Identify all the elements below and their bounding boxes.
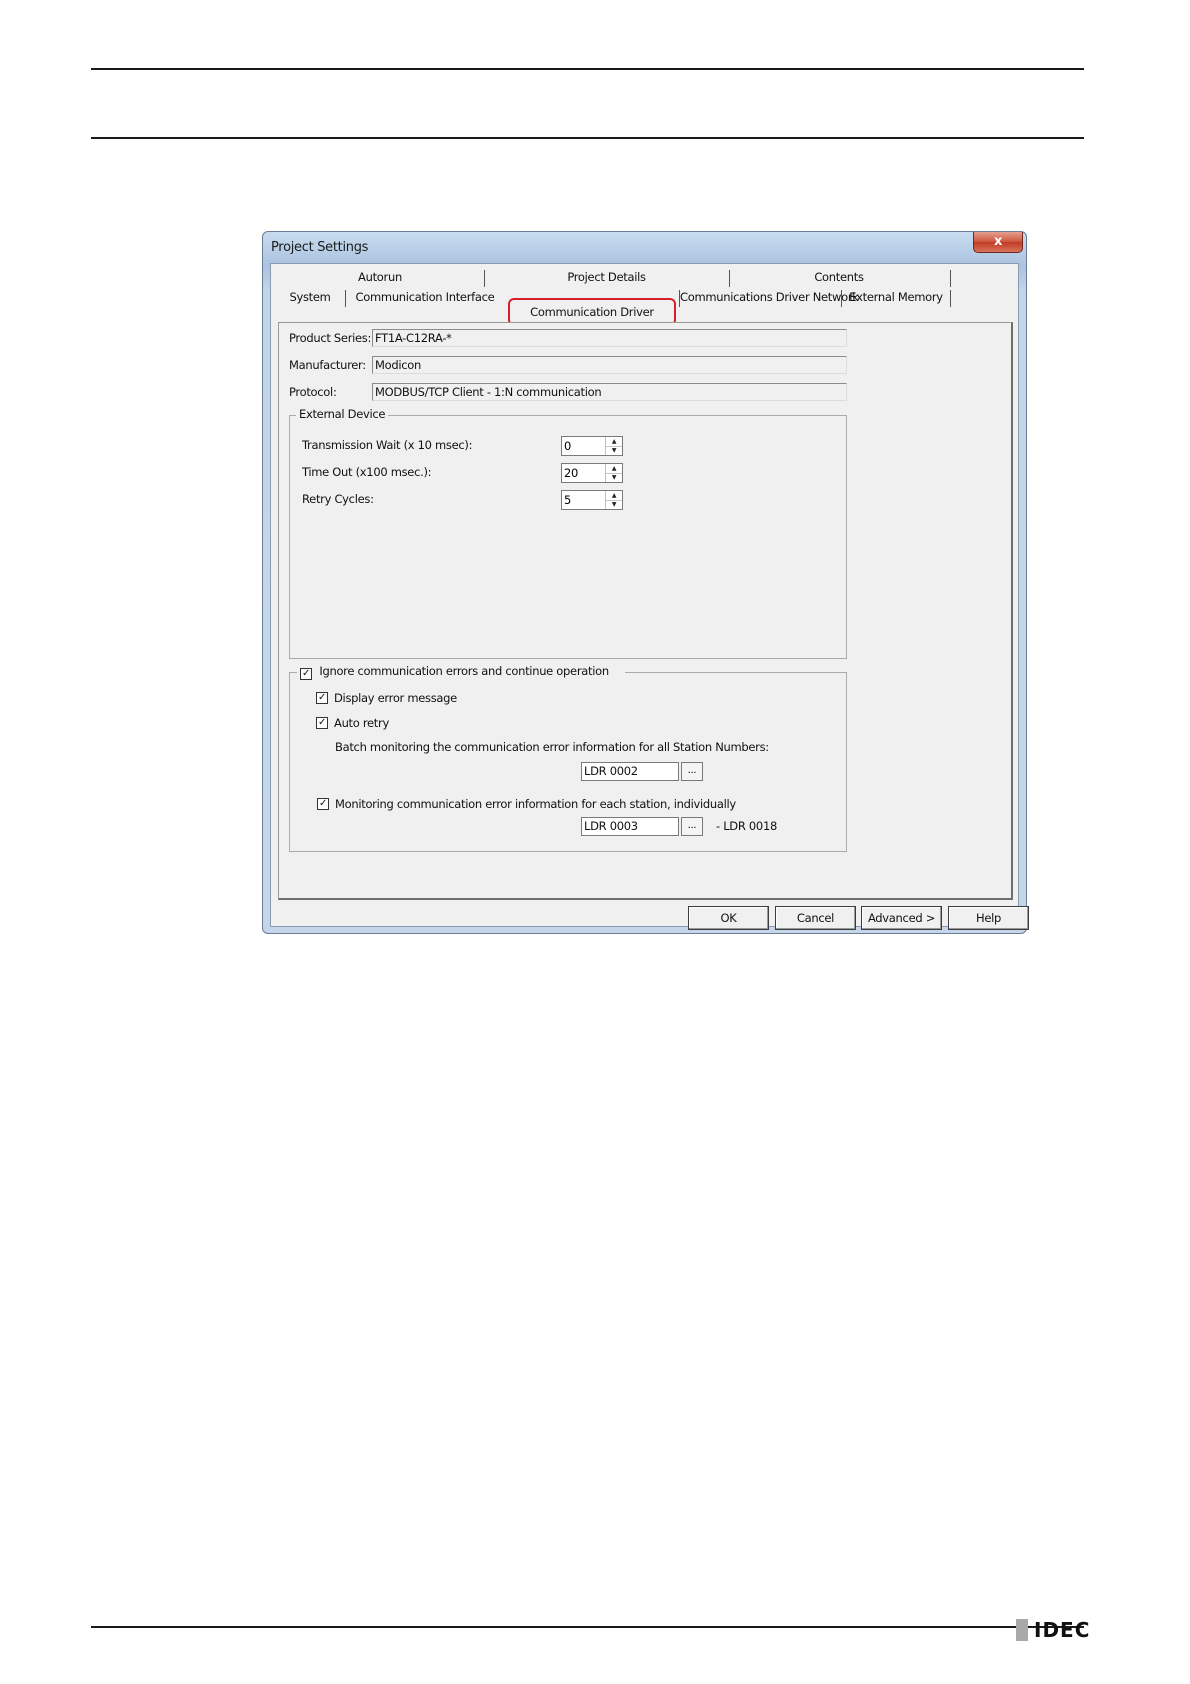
auto-retry-checkbox[interactable]: ✓ (316, 717, 328, 729)
manufacturer-label: Manufacturer: (289, 358, 366, 372)
header-rule-top (91, 68, 1084, 70)
protocol-label: Protocol: (289, 385, 337, 399)
batch-device-input[interactable]: LDR 0002 (581, 762, 679, 781)
tab-autorun[interactable]: Autorun (276, 268, 484, 286)
product-series-field: FT1A-C12RA-* (372, 329, 847, 347)
monitor-each-checkbox[interactable]: ✓ (317, 798, 329, 810)
transmission-wait-label: Transmission Wait (x 10 msec): (302, 438, 473, 452)
monitor-each-label: Monitoring communication error informati… (335, 797, 736, 811)
ok-button[interactable]: OK (688, 906, 769, 930)
tab-contents[interactable]: Contents (730, 268, 948, 286)
tab-separator (950, 290, 951, 307)
time-out-spinner[interactable]: 20 ▲ ▼ (561, 463, 623, 483)
tab-system[interactable]: System (276, 288, 344, 306)
cancel-button[interactable]: Cancel (775, 906, 856, 930)
time-out-label: Time Out (x100 msec.): (302, 465, 432, 479)
spin-down-icon[interactable]: ▼ (606, 473, 622, 482)
dialog-client-area: Autorun Project Details Contents System … (270, 263, 1029, 930)
product-series-label: Product Series: (289, 331, 372, 345)
retry-cycles-spinner[interactable]: 5 ▲ ▼ (561, 490, 623, 510)
tab-external-memory[interactable]: External Memory (842, 288, 950, 306)
header-rule-bottom (91, 137, 1084, 139)
tab-project-details[interactable]: Project Details (485, 268, 728, 286)
manufacturer-field: Modicon (372, 356, 847, 374)
ignore-errors-checkbox[interactable]: ✓ (300, 668, 312, 680)
monitor-range-end: - LDR 0018 (716, 819, 777, 833)
ignore-errors-row[interactable]: ✓ Ignore communication errors and contin… (297, 664, 625, 680)
monitor-device-input[interactable]: LDR 0003 (581, 817, 679, 836)
tab-communication-interface[interactable]: Communication Interface (346, 288, 504, 306)
retry-cycles-label: Retry Cycles: (302, 492, 374, 506)
logo-text: IDEC (1034, 1618, 1091, 1642)
external-device-legend: External Device (296, 407, 389, 421)
auto-retry-label: Auto retry (334, 716, 389, 730)
footer-rule (91, 1626, 1084, 1628)
logo-mark (1016, 1619, 1028, 1641)
project-settings-dialog: Project Settings x Autorun Project Detai… (262, 231, 1029, 934)
ignore-errors-label: Ignore communication errors and continue… (319, 664, 609, 678)
monitor-browse-button[interactable]: ... (681, 817, 703, 836)
batch-monitoring-text: Batch monitoring the communication error… (335, 740, 769, 754)
tab-communication-driver-label: Communication Driver (530, 305, 654, 319)
spin-down-icon[interactable]: ▼ (606, 500, 622, 509)
advanced-button[interactable]: Advanced > (861, 906, 942, 930)
close-icon: x (993, 234, 1003, 249)
transmission-wait-spinner[interactable]: 0 ▲ ▼ (561, 436, 623, 456)
protocol-field: MODBUS/TCP Client - 1:N communication (372, 383, 847, 401)
help-button[interactable]: Help (948, 906, 1029, 930)
spin-down-icon[interactable]: ▼ (606, 446, 622, 455)
tab-separator (950, 270, 951, 287)
batch-browse-button[interactable]: ... (681, 762, 703, 781)
dialog-title: Project Settings (271, 240, 369, 255)
display-error-checkbox[interactable]: ✓ (316, 692, 328, 704)
close-button[interactable]: x (973, 232, 1023, 253)
display-error-label: Display error message (334, 691, 457, 705)
tab-communications-driver-network[interactable]: Communications Driver Network (680, 288, 859, 306)
tab-page-communication-driver: Product Series: FT1A-C12RA-* Manufacture… (278, 322, 1013, 900)
